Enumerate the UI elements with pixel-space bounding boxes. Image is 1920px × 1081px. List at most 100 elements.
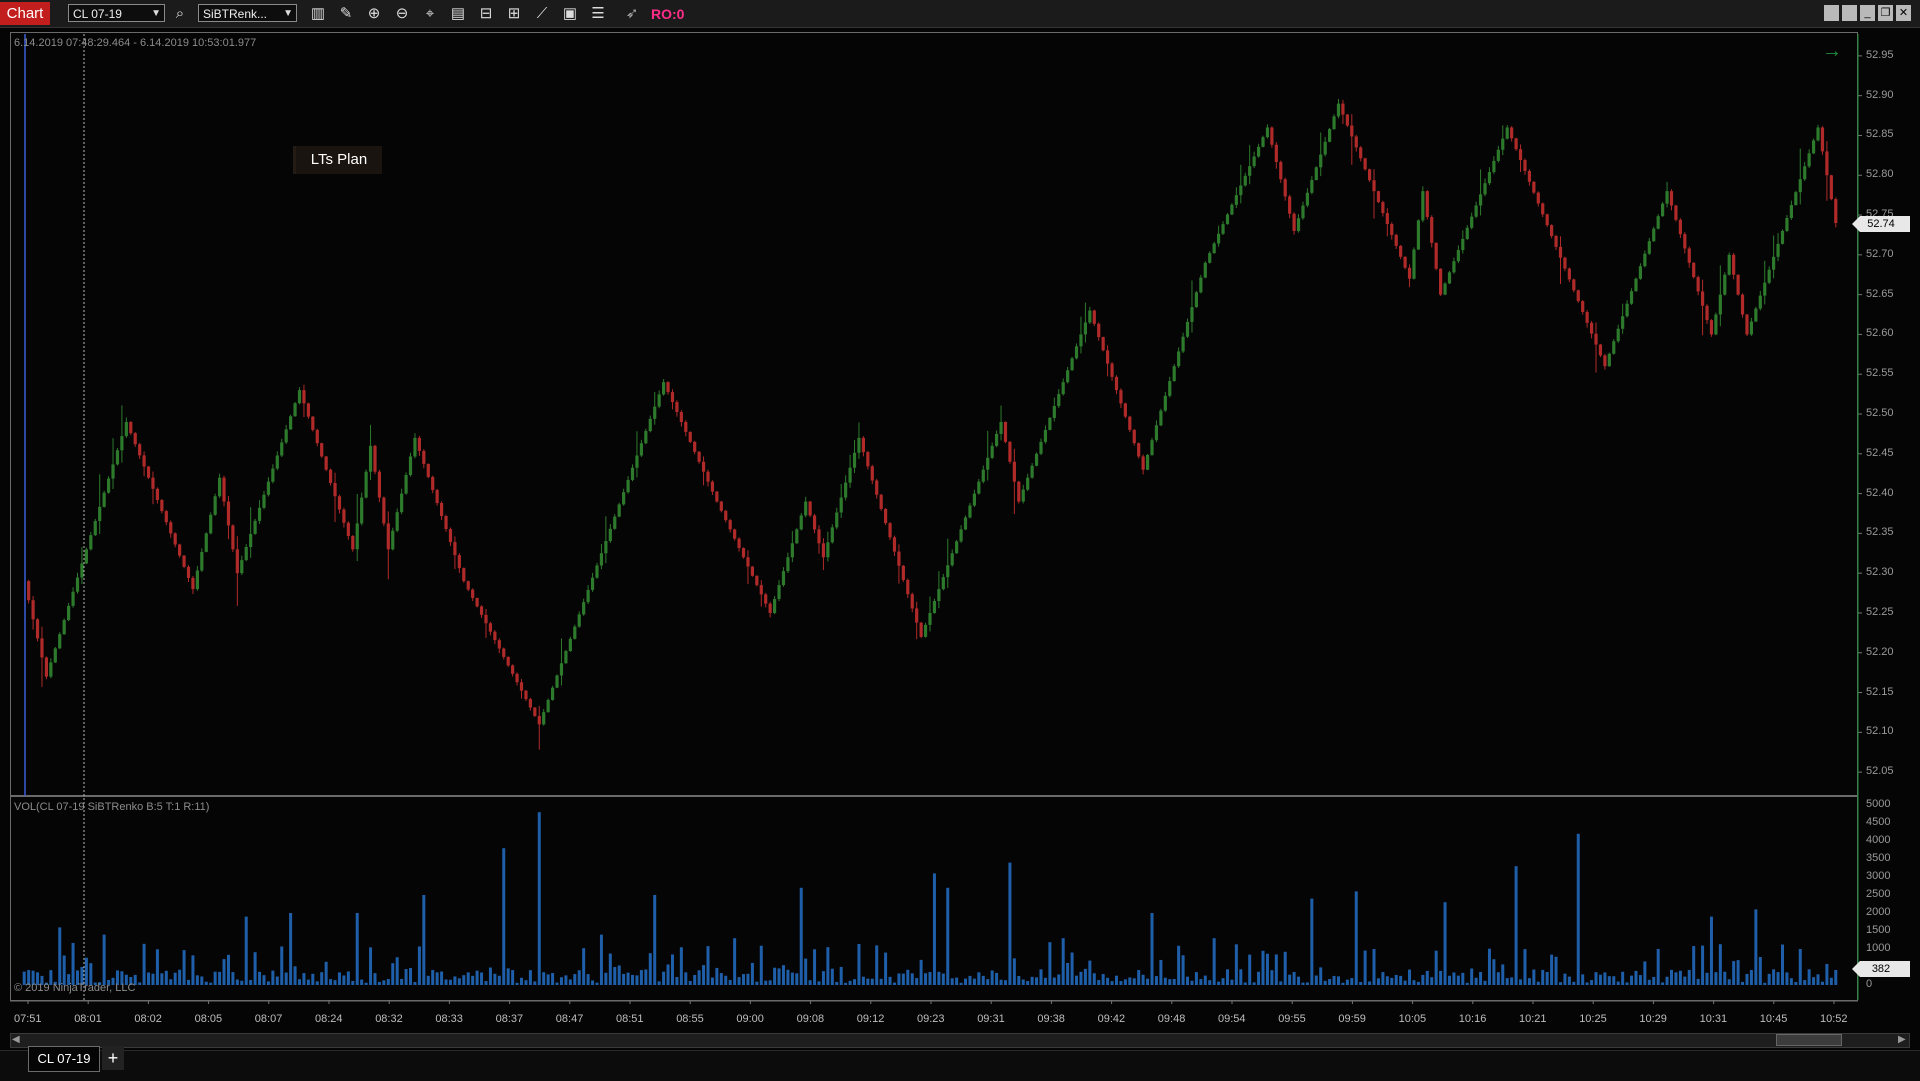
candle-body	[1097, 323, 1101, 338]
volume-bar	[1288, 974, 1292, 985]
candle-body	[391, 530, 395, 550]
candle-body	[200, 551, 204, 571]
candle-body	[661, 382, 666, 395]
add-tab-button[interactable]: +	[102, 1046, 124, 1070]
candle-body	[1723, 274, 1727, 295]
volume-bar	[1354, 891, 1358, 985]
volume-bar	[999, 979, 1003, 985]
volume-bar	[941, 973, 945, 985]
candle-body	[1012, 461, 1016, 482]
volume-bar	[1674, 972, 1678, 985]
time-axis-label: 09:42	[1097, 1013, 1126, 1025]
candle-body	[244, 547, 248, 561]
candle-body	[892, 537, 897, 552]
tab-instrument[interactable]: CL 07-19	[28, 1046, 100, 1072]
volume-bar	[990, 970, 994, 985]
volume-bar	[1314, 975, 1318, 985]
text-annotation[interactable]: LTs Plan	[293, 146, 382, 174]
volume-bar	[1257, 971, 1261, 985]
candle-body	[990, 445, 994, 458]
candle-body	[866, 452, 870, 467]
volume-bar	[302, 973, 306, 985]
time-axis-label: 08:01	[74, 1013, 102, 1025]
volume-bar	[1394, 974, 1398, 985]
candle-body	[511, 665, 515, 674]
candle-body	[1034, 453, 1039, 466]
candle-body	[1425, 191, 1429, 218]
volume-bar	[1021, 979, 1025, 985]
volume-bar	[790, 972, 794, 985]
volume-bar	[422, 895, 426, 985]
candle-body	[488, 623, 493, 632]
volume-bar	[1092, 973, 1096, 985]
candle-body	[883, 508, 888, 524]
volume-bar	[520, 977, 524, 985]
volume-bar	[866, 978, 870, 985]
candle-body	[630, 467, 635, 480]
candle-body	[1727, 254, 1731, 275]
candle-body	[1505, 127, 1509, 139]
candle-body	[129, 421, 133, 434]
volume-bar	[231, 972, 235, 985]
candle-body	[764, 594, 768, 604]
candle-body	[804, 501, 808, 516]
candle-body	[1345, 114, 1349, 126]
time-axis-label: 09:31	[977, 1013, 1005, 1025]
candle-body	[1763, 282, 1767, 296]
candle-body	[506, 656, 510, 666]
candle-body	[155, 488, 160, 500]
candle-body	[1274, 144, 1278, 162]
volume-bar	[1399, 975, 1403, 985]
volume-bar	[977, 972, 981, 985]
time-axis-label: 09:12	[856, 1013, 885, 1025]
candle-body	[977, 481, 981, 494]
scrollbar-thumb[interactable]	[1776, 1034, 1842, 1046]
scroll-right-icon[interactable]: ▶	[1898, 1034, 1906, 1045]
volume-bar	[178, 969, 182, 985]
volume-bar	[275, 976, 279, 985]
volume-bar	[480, 972, 484, 985]
volume-bar	[1536, 981, 1540, 985]
volume-bar	[280, 946, 284, 985]
volume-bar	[373, 973, 377, 985]
volume-bar	[1328, 979, 1332, 985]
volume-bar	[1510, 977, 1514, 985]
volume-bar	[537, 812, 541, 985]
candle-body	[1021, 489, 1025, 502]
volume-bar	[1088, 960, 1092, 985]
volume-bar	[964, 978, 968, 985]
volume-bar	[262, 975, 266, 985]
volume-bar	[1341, 982, 1345, 985]
volume-bar	[564, 975, 568, 985]
horizontal-scrollbar[interactable]	[10, 1033, 1910, 1048]
volume-bar	[804, 958, 808, 985]
candle-body	[515, 673, 519, 683]
volume-bar	[417, 946, 421, 985]
volume-bar	[742, 974, 746, 985]
candle-body	[1092, 310, 1096, 324]
volume-bar	[1461, 972, 1465, 985]
chart-canvas[interactable]	[0, 0, 1920, 1080]
candle-body	[1270, 127, 1274, 145]
volume-bar	[1598, 974, 1602, 985]
candle-body	[1434, 242, 1438, 269]
candle-body	[417, 437, 421, 451]
volume-bar	[1114, 975, 1118, 985]
volume-bar	[426, 975, 430, 985]
candle-body	[995, 433, 999, 446]
candle-body	[1381, 202, 1385, 214]
candle-body	[901, 565, 905, 580]
volume-bar	[1709, 916, 1713, 985]
volume-bar	[1083, 968, 1087, 985]
volume-bar	[595, 982, 599, 985]
price-axis-label: 52.50	[1866, 407, 1894, 419]
candle-body	[320, 443, 324, 457]
volume-bar	[173, 972, 177, 985]
candle-body	[697, 451, 701, 462]
volume-bar	[84, 957, 88, 985]
candle-body	[897, 551, 901, 566]
scroll-left-icon[interactable]: ◀	[12, 1034, 20, 1045]
candle-body	[1332, 116, 1336, 130]
price-axis-label: 52.95	[1866, 48, 1894, 61]
candle-body	[1576, 290, 1580, 302]
